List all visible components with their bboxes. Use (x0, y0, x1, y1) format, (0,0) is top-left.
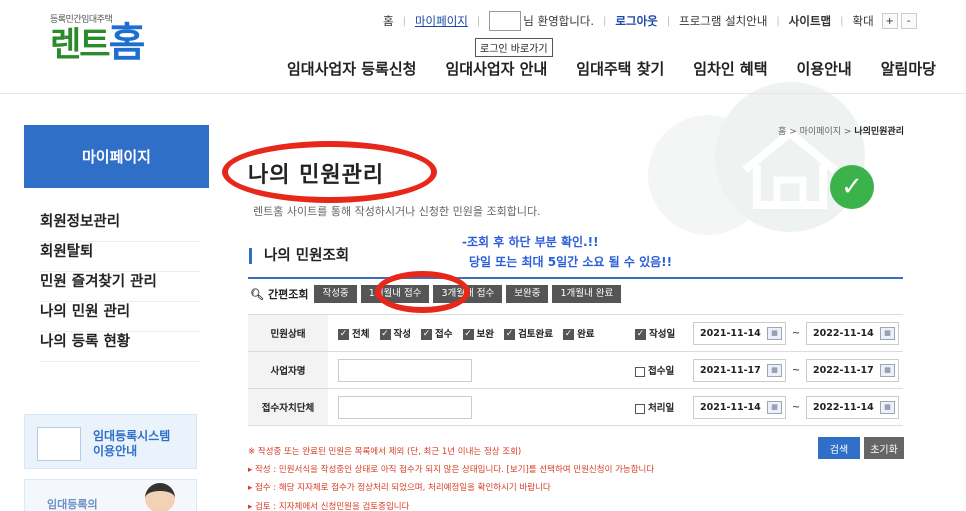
zoom-label: 확대 (852, 14, 874, 28)
calendar-icon: ▦ (767, 363, 782, 377)
processed-from-date[interactable]: 2021-11-14 ▦ (693, 395, 786, 419)
check-icon: ✓ (830, 165, 874, 209)
nav-notices[interactable]: 알림마당 (881, 58, 936, 79)
sidebar-item-favorites[interactable]: 민원 즐겨찾기 관리 (40, 272, 200, 302)
form-row-status: 민원상태 ✓ 전체 ✓ 작성 ✓ 접수 ✓ 보완 ✓ 검토완료 ✓ 완료 ✓ 작성일 2021… (248, 314, 903, 352)
business-name-label: 사업자명 (248, 351, 328, 389)
logo-text: 렌트홈 (50, 20, 145, 66)
sidebar-item-withdraw[interactable]: 회원탈퇴 (40, 242, 200, 272)
site-logo[interactable]: 등록민간임대주택 렌트홈 (50, 12, 145, 66)
quick-chip-supplementing[interactable]: 보완중 (506, 285, 549, 303)
local-gov-label: 접수자치단체 (248, 388, 328, 426)
breadcrumb: 홈 > 마이페이지 > 나의민원관리 (778, 127, 904, 137)
highlight-circle (222, 141, 437, 203)
status-check-writing[interactable]: ✓ 작성 (379, 329, 411, 340)
reset-button[interactable]: 초기화 (864, 437, 904, 459)
processed-to-date[interactable]: 2022-11-14 ▦ (806, 395, 899, 419)
notes-list: ※ 작성중 또는 완료된 민원은 목록에서 제외 (단, 최근 1년 이내는 정… (248, 443, 654, 511)
home-link[interactable]: 홈 (383, 13, 394, 29)
status-check-complete[interactable]: ✓ 완료 (563, 329, 595, 340)
status-check-supplement[interactable]: ✓ 보완 (462, 329, 494, 340)
zoom-out-button[interactable]: - (900, 13, 917, 29)
logout-link[interactable]: 로그아웃 (615, 13, 657, 29)
note-item: ▸ 접수 : 해당 지자체로 접수가 정상처리 되었으며, 처리예정일을 확인하… (248, 483, 551, 494)
page-description: 렌트홈 사이트를 통해 작성하시거나 신청한 민원을 조회합니다. (253, 205, 541, 218)
section-divider (248, 277, 903, 279)
document-icon (37, 427, 81, 461)
business-name-input[interactable] (338, 358, 472, 382)
quick-search-label: 간편조회 (267, 288, 309, 301)
status-label: 민원상태 (248, 314, 328, 352)
section-title: 나의 민원조회 (249, 248, 349, 264)
program-install-link[interactable]: 프로그램 설치안내 (679, 13, 767, 29)
local-gov-input[interactable] (338, 395, 472, 419)
calendar-icon: ▦ (880, 363, 895, 377)
sidebar-item-my-registrations[interactable]: 나의 등록 현황 (40, 332, 200, 362)
breadcrumb-home-icon[interactable]: 홈 (778, 127, 786, 137)
header-divider (0, 93, 966, 94)
person-illustration (145, 483, 175, 511)
date-filter-received[interactable]: 접수일 (631, 351, 693, 389)
zoom-in-button[interactable]: + (881, 13, 898, 29)
username-box (489, 11, 522, 31)
annotation-note: -조회 후 하단 부분 확인.!! 당일 또는 최대 5일간 소요 될 수 있음… (462, 235, 673, 269)
highlight-circle (375, 271, 470, 313)
nav-landlord-guide[interactable]: 임대사업자 안내 (445, 58, 547, 79)
nav-usage-guide[interactable]: 이용안내 (797, 58, 852, 79)
nav-find-housing[interactable]: 임대주택 찾기 (576, 58, 664, 79)
received-to-date[interactable]: 2022-11-17 ▦ (806, 358, 899, 382)
welcome-text: 님 환영합니다. (523, 14, 595, 28)
written-to-date[interactable]: 2022-11-14 ▦ (806, 321, 899, 345)
calendar-icon: ▦ (880, 400, 895, 414)
quick-chip-1month-complete[interactable]: 1개월내 완료 (552, 285, 622, 303)
note-item: ▸ 검토 : 지자체에서 신청민원을 검토중입니다 (248, 501, 410, 511)
received-from-date[interactable]: 2021-11-17 ▦ (693, 358, 786, 382)
search-form: 민원상태 ✓ 전체 ✓ 작성 ✓ 접수 ✓ 보완 ✓ 검토완료 ✓ 완료 ✓ 작성일 2021… (248, 314, 903, 426)
status-check-all[interactable]: ✓ 전체 (338, 329, 369, 340)
breadcrumb-current: 나의민원관리 (854, 127, 904, 137)
breadcrumb-parent[interactable]: 마이페이지 (800, 127, 841, 137)
house-illustration (742, 129, 838, 209)
main-navigation: 임대사업자 등록신청 임대사업자 안내 임대주택 찾기 임차인 혜택 이용안내 … (287, 58, 936, 79)
system-guide-banner[interactable]: 임대등록시스템 이용안내 (24, 414, 197, 469)
calendar-icon: ▦ (880, 326, 895, 340)
form-row-local-gov: 접수자치단체 처리일 2021-11-14 ▦ ~2022-11-14 ▦ (248, 388, 903, 426)
nav-tenant-benefits[interactable]: 임차인 혜택 (693, 58, 767, 79)
quick-chip-writing[interactable]: 작성중 (314, 285, 357, 303)
calendar-icon: ▦ (767, 326, 782, 340)
status-check-received[interactable]: ✓ 접수 (421, 329, 453, 340)
sitemap-link[interactable]: 사이트맵 (789, 13, 831, 29)
login-tooltip: 로그인 바로가기 (475, 38, 553, 57)
utility-bar: 홈 | 마이페이지 | 님 환영합니다. | 로그아웃 | 프로그램 설치안내 … (383, 11, 917, 31)
sidebar-item-my-complaints[interactable]: 나의 민원 관리 (40, 302, 200, 332)
status-check-reviewed[interactable]: ✓ 검토완료 (504, 329, 553, 340)
sidebar-title: 마이페이지 (24, 125, 209, 188)
form-row-business: 사업자명 접수일 2021-11-17 ▦ ~2022-11-17 ▦ (248, 351, 903, 389)
nav-register[interactable]: 임대사업자 등록신청 (287, 58, 416, 79)
mypage-link[interactable]: 마이페이지 (415, 13, 468, 29)
registration-banner[interactable]: 임대등록의 (24, 479, 197, 511)
date-filter-written[interactable]: ✓ 작성일 (631, 314, 693, 352)
note-item: ▸ 작성 : 민원서식을 작성중인 상태로 아직 접수가 되지 않은 상태입니다… (248, 465, 655, 476)
search-icon: 🔍︎ (250, 287, 264, 301)
sidebar-item-member-info[interactable]: 회원정보관리 (40, 212, 200, 242)
calendar-icon: ▦ (767, 400, 782, 414)
sidebar-menu: 회원정보관리 회원탈퇴 민원 즐겨찾기 관리 나의 민원 관리 나의 등록 현황 (40, 212, 200, 362)
date-filter-processed[interactable]: 처리일 (631, 388, 693, 426)
written-from-date[interactable]: 2021-11-14 ▦ (693, 321, 786, 345)
search-button[interactable]: 검색 (818, 437, 860, 459)
note-item: ※ 작성중 또는 완료된 민원은 목록에서 제외 (단, 최근 1년 이내는 정… (248, 447, 522, 457)
